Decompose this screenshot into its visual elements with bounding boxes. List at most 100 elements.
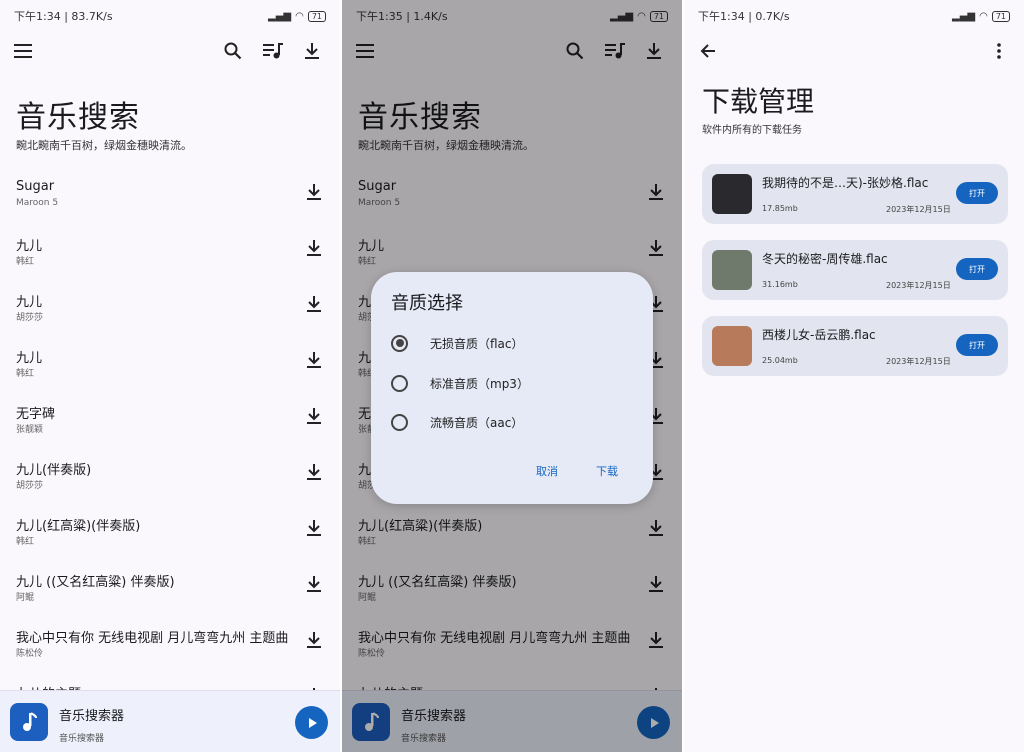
wifi-icon: ◠ xyxy=(295,10,304,22)
status-bar: 下午1:34 | 83.7K/s ▂▄▆ ◠ 71 xyxy=(0,0,340,32)
file-name: 冬天的秘密-周传雄.flac xyxy=(762,252,888,266)
song-artist: 陈松伶 xyxy=(16,649,44,659)
song-artist: 韩红 xyxy=(16,257,35,267)
open-button[interactable]: 打开 xyxy=(956,334,998,356)
song-title: 无字碑 xyxy=(16,407,56,422)
open-button[interactable]: 打开 xyxy=(956,258,998,280)
download-icon[interactable] xyxy=(306,351,326,371)
page-subtitle: 畹北畹南千百树，绿烟金穗映清流。 xyxy=(16,139,192,152)
player-title: 音乐搜索器 xyxy=(59,709,125,724)
song-row[interactable]: 九儿韩红 xyxy=(0,338,340,394)
song-row[interactable]: 九儿 ((又名红高粱) 伴奏版) 阿鲲 xyxy=(0,562,340,618)
quality-dialog-screen: 下午1:35 | 1.4K/s ▂▄▆ ◠ 71 音乐搜索 畹北畹南千百树，绿烟金穗… xyxy=(342,0,682,752)
song-row[interactable]: 无字碑张靓颖 xyxy=(0,394,340,450)
song-title: 九儿 xyxy=(16,295,43,310)
song-row[interactable]: Sugar Maroon 5 xyxy=(0,170,340,226)
top-app-bar xyxy=(0,36,340,66)
download-item: 西楼儿女-岳云鹏.flac 25.04mb 2023年12月15日 打开 xyxy=(702,316,1008,376)
download-manager-screen: 下午1:34 | 0.7K/s ▂▄▆ ◠ 71 下载管理 软件内所有的下载任务 我… xyxy=(684,0,1024,752)
search-icon[interactable] xyxy=(221,39,245,63)
download-icon[interactable] xyxy=(306,295,326,315)
play-icon xyxy=(308,717,317,728)
cancel-button[interactable]: 取消 xyxy=(536,463,558,479)
song-title: 九儿 xyxy=(16,351,43,366)
song-artist: 胡莎莎 xyxy=(16,481,44,491)
download-icon[interactable] xyxy=(306,407,326,427)
download-icon[interactable] xyxy=(306,631,326,651)
download-icon[interactable] xyxy=(306,575,326,595)
status-bar: 下午1:34 | 0.7K/s ▂▄▆ ◠ 71 xyxy=(684,0,1024,32)
mini-player[interactable]: 音乐搜索器 音乐搜索器 xyxy=(0,690,340,752)
song-title: 九儿 xyxy=(16,239,43,254)
song-artist: 胡莎莎 xyxy=(16,313,44,323)
download-icon[interactable] xyxy=(306,519,326,539)
download-icon[interactable] xyxy=(306,183,326,203)
song-artist: 张靓颖 xyxy=(16,425,44,435)
song-row[interactable]: 九儿(红高粱)(伴奏版) 韩红 xyxy=(0,506,340,562)
song-title: 九儿(红高粱)(伴奏版) xyxy=(16,519,141,534)
file-date: 2023年12月15日 xyxy=(886,281,951,290)
back-arrow-icon[interactable] xyxy=(696,39,720,63)
song-artist: 韩红 xyxy=(16,369,35,379)
download-button[interactable]: 下载 xyxy=(596,463,618,479)
play-button[interactable] xyxy=(295,706,328,739)
album-cover xyxy=(712,326,752,366)
album-cover xyxy=(712,250,752,290)
song-list: SugarMaroon 5九儿韩红九儿胡莎莎九儿韩红无字碑张靓颖九儿(伴奏版)胡… xyxy=(0,170,340,730)
album-cover xyxy=(712,174,752,214)
file-name: 西楼儿女-岳云鹏.flac xyxy=(762,328,876,342)
song-row[interactable]: 九儿(伴奏版) 胡莎莎 xyxy=(0,450,340,506)
radio-unselected[interactable] xyxy=(391,413,408,431)
status-time: 下午1:34 xyxy=(14,10,61,23)
option-aac[interactable]: 流畅音质（aac） xyxy=(391,410,523,434)
top-app-bar xyxy=(684,36,1024,66)
status-time: 下午1:34 xyxy=(698,10,745,23)
song-row[interactable]: 我心中只有你 无线电视剧 月儿弯弯九州 主题曲陈松伶 xyxy=(0,618,340,674)
option-label: 无损音质（flac） xyxy=(430,336,524,351)
player-subtitle: 音乐搜索器 xyxy=(59,734,105,744)
battery-level: 71 xyxy=(307,10,326,22)
download-manager-icon[interactable] xyxy=(300,39,324,63)
file-size: 31.16mb xyxy=(762,280,798,289)
file-name: 我期待的不是…天)-张妙格.flac xyxy=(762,176,929,190)
option-label: 标准音质（mp3） xyxy=(430,376,529,391)
battery-level: 71 xyxy=(991,10,1010,22)
queue-music-icon[interactable] xyxy=(261,39,285,63)
file-date: 2023年12月15日 xyxy=(886,205,951,214)
radio-selected[interactable] xyxy=(391,334,408,352)
page-title: 下载管理 xyxy=(702,85,815,118)
song-title: Sugar xyxy=(16,179,55,194)
song-title: 九儿(伴奏版) xyxy=(16,463,92,478)
song-artist: 韩红 xyxy=(16,537,35,547)
song-artist: 阿鲲 xyxy=(16,593,35,603)
download-item: 冬天的秘密-周传雄.flac 31.16mb 2023年12月15日 打开 xyxy=(702,240,1008,300)
more-vert-icon[interactable] xyxy=(987,39,1011,63)
song-artist: Maroon 5 xyxy=(16,198,59,208)
download-icon[interactable] xyxy=(306,239,326,259)
open-button[interactable]: 打开 xyxy=(956,182,998,204)
radio-unselected[interactable] xyxy=(391,374,408,392)
song-title: 我心中只有你 无线电视剧 月儿弯弯九州 主题曲 xyxy=(16,631,289,646)
song-title: 九儿 ((又名红高粱) 伴奏版) xyxy=(16,575,175,590)
signal-icon: ▂▄▆ xyxy=(952,10,976,22)
download-icon[interactable] xyxy=(306,463,326,483)
file-size: 17.85mb xyxy=(762,204,798,213)
option-flac[interactable]: 无损音质（flac） xyxy=(391,331,524,355)
option-mp3[interactable]: 标准音质（mp3） xyxy=(391,371,529,395)
music-search-screen: 下午1:34 | 83.7K/s ▂▄▆ ◠ 71 音乐搜索 畹北畹南千百树，绿烟金… xyxy=(0,0,340,752)
song-row[interactable]: 九儿胡莎莎 xyxy=(0,282,340,338)
menu-icon[interactable] xyxy=(11,39,35,63)
file-size: 25.04mb xyxy=(762,356,798,365)
quality-dialog: 音质选择 无损音质（flac） 标准音质（mp3） 流畅音质（aac） 取消 下… xyxy=(371,272,653,504)
music-note-icon xyxy=(10,703,48,741)
status-net-speed: 0.7K/s xyxy=(755,10,790,23)
signal-icon: ▂▄▆ xyxy=(268,10,292,22)
file-date: 2023年12月15日 xyxy=(886,357,951,366)
song-row[interactable]: 九儿韩红 xyxy=(0,226,340,282)
wifi-icon: ◠ xyxy=(979,10,988,22)
dialog-title: 音质选择 xyxy=(391,293,463,314)
option-label: 流畅音质（aac） xyxy=(430,415,524,430)
status-net-speed: 83.7K/s xyxy=(71,10,113,23)
page-subtitle: 软件内所有的下载任务 xyxy=(702,125,802,136)
download-item: 我期待的不是…天)-张妙格.flac 17.85mb 2023年12月15日 打… xyxy=(702,164,1008,224)
